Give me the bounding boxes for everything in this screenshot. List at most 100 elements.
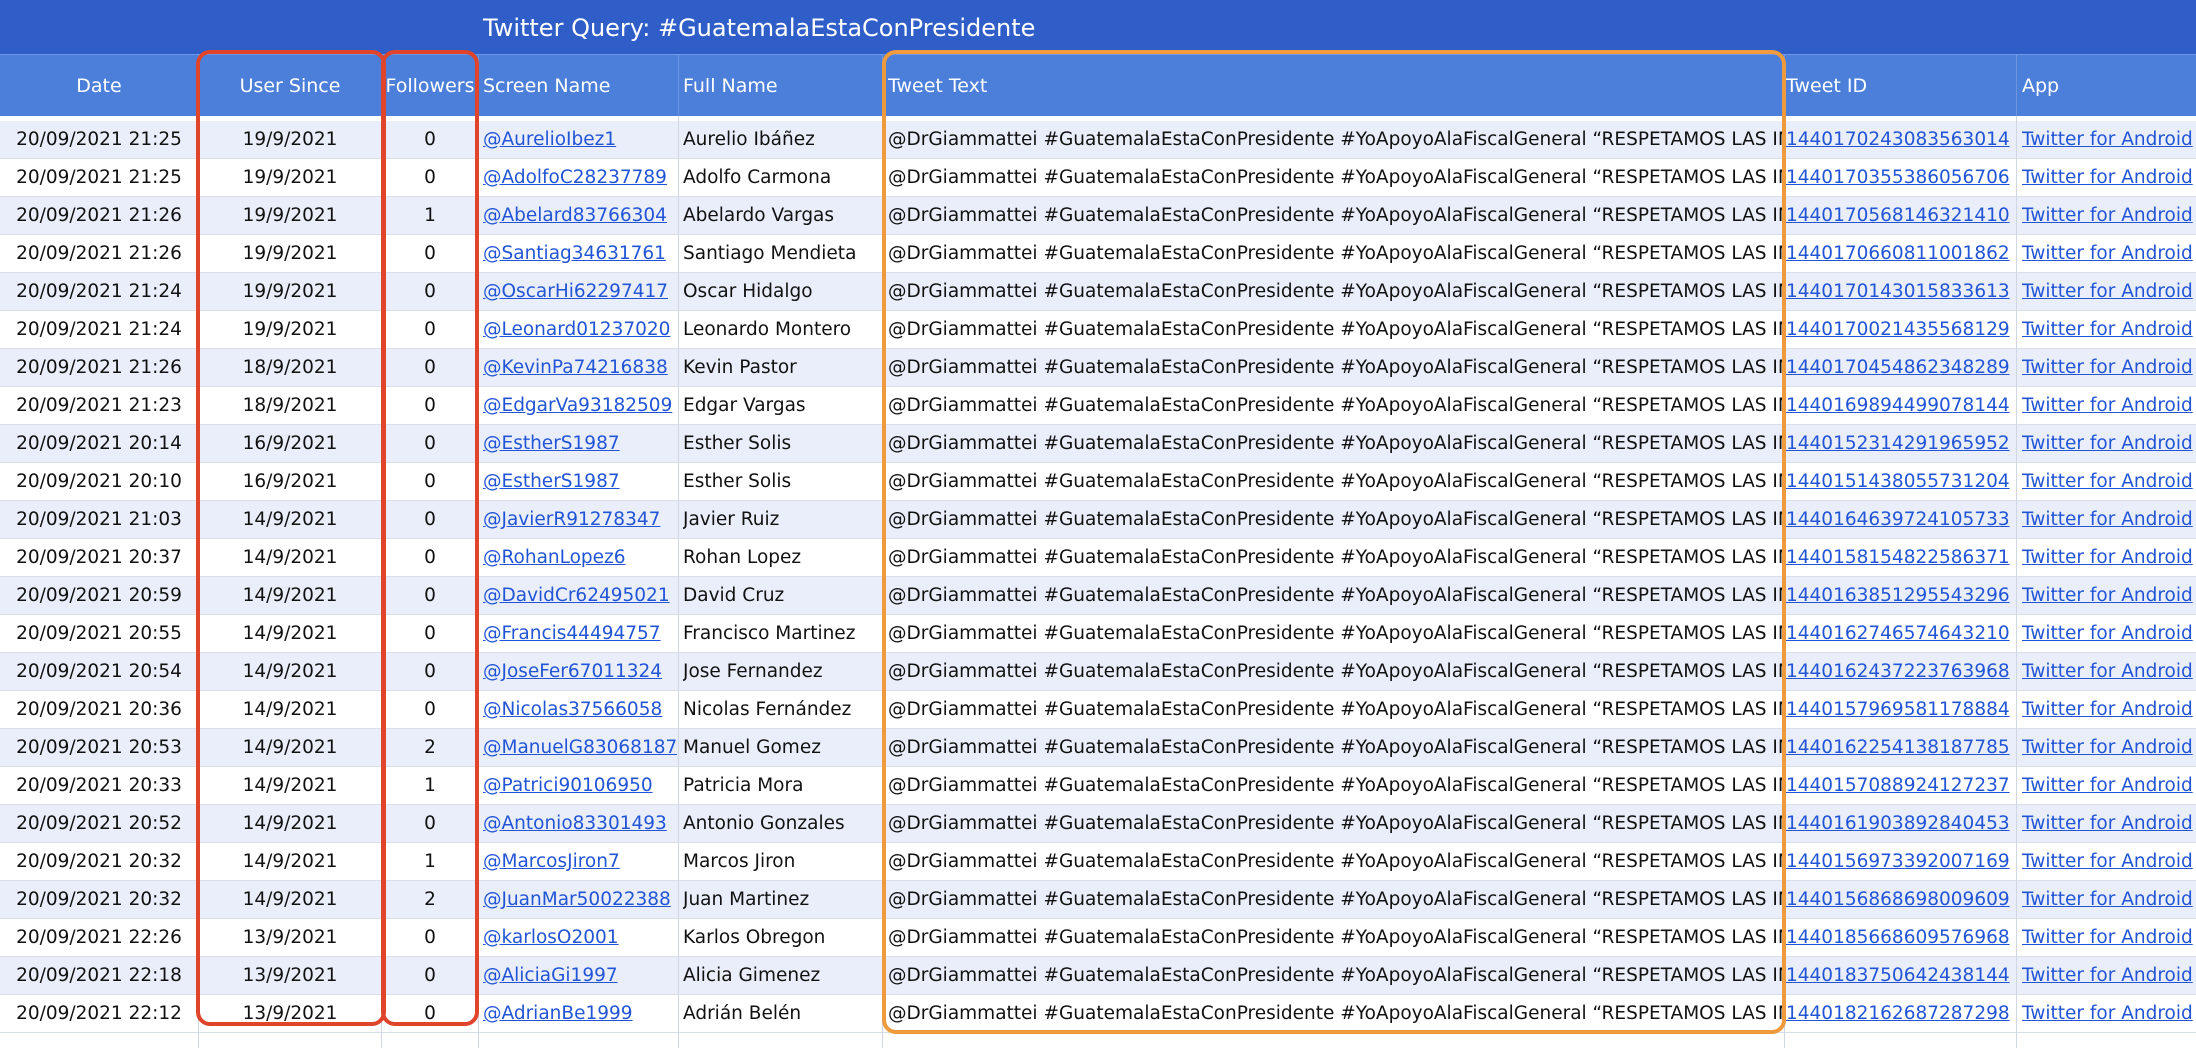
app-link-text[interactable]: Twitter for Android	[2022, 965, 2193, 986]
screen-name-link[interactable]: @OscarHi62297417	[483, 273, 677, 311]
screen-name-link-text[interactable]: @KevinPa74216838	[483, 357, 668, 378]
column-header-date[interactable]: Date	[0, 55, 198, 117]
screen-name-link[interactable]: @Leonard01237020	[483, 311, 677, 349]
column-header-app[interactable]: App	[2022, 55, 2196, 117]
app-link[interactable]: Twitter for Android	[2022, 425, 2196, 463]
screen-name-link[interactable]: @DavidCr62495021	[483, 577, 677, 615]
app-link[interactable]: Twitter for Android	[2022, 349, 2196, 387]
tweet-id-link-text[interactable]: 1440157088924127237	[1786, 775, 2010, 796]
app-link[interactable]: Twitter for Android	[2022, 539, 2196, 577]
table-row[interactable]: 20/09/2021 21:25 19/9/2021 0 @AdolfoC282377…	[0, 159, 2196, 197]
table-row[interactable]: 20/09/2021 22:26 13/9/2021 0 @karlosO2001 Ka…	[0, 919, 2196, 957]
screen-name-link[interactable]: @Antonio83301493	[483, 805, 677, 843]
app-link-text[interactable]: Twitter for Android	[2022, 205, 2193, 226]
tweet-id-link-text[interactable]: 1440170243083563014	[1786, 129, 2010, 150]
table-row[interactable]: 20/09/2021 20:33 14/9/2021 1 @Patrici901069…	[0, 767, 2196, 805]
app-link[interactable]: Twitter for Android	[2022, 501, 2196, 539]
screen-name-link-text[interactable]: @EstherS1987	[483, 471, 620, 492]
screen-name-link-text[interactable]: @EstherS1987	[483, 433, 620, 454]
screen-name-link-text[interactable]: @MarcosJiron7	[483, 851, 620, 872]
table-row[interactable]: 20/09/2021 20:14 16/9/2021 0 @EstherS1987 Es…	[0, 425, 2196, 463]
tweet-id-link-text[interactable]: 1440158154822586371	[1786, 547, 2010, 568]
screen-name-link[interactable]: @EstherS1987	[483, 425, 677, 463]
screen-name-link-text[interactable]: @EdgarVa93182509	[483, 395, 672, 416]
tweet-id-link-text[interactable]: 1440182162687287298	[1786, 1003, 2010, 1024]
tweet-id-link[interactable]: 1440182162687287298	[1786, 995, 2015, 1033]
app-link[interactable]: Twitter for Android	[2022, 805, 2196, 843]
app-link-text[interactable]: Twitter for Android	[2022, 585, 2193, 606]
app-link-text[interactable]: Twitter for Android	[2022, 813, 2193, 834]
tweet-id-link-text[interactable]: 1440170454862348289	[1786, 357, 2010, 378]
tweet-id-link[interactable]: 1440170143015833613	[1786, 273, 2015, 311]
screen-name-link-text[interactable]: @karlosO2001	[483, 927, 619, 948]
table-row[interactable]: 20/09/2021 20:10 16/9/2021 0 @EstherS1987 Es…	[0, 463, 2196, 501]
table-row[interactable]: 20/09/2021 21:03 14/9/2021 0 @JavierR912783…	[0, 501, 2196, 539]
table-row[interactable]: 20/09/2021 20:32 14/9/2021 1 @MarcosJiron7 M…	[0, 843, 2196, 881]
tweet-id-link-text[interactable]: 1440164639724105733	[1786, 509, 2010, 530]
app-link[interactable]: Twitter for Android	[2022, 463, 2196, 501]
app-link-text[interactable]: Twitter for Android	[2022, 509, 2193, 530]
screen-name-link[interactable]: @AurelioIbez1	[483, 121, 677, 159]
tweet-id-link[interactable]: 1440185668609576968	[1786, 919, 2015, 957]
app-link[interactable]: Twitter for Android	[2022, 767, 2196, 805]
tweet-id-link-text[interactable]: 1440152314291965952	[1786, 433, 2010, 454]
table-row[interactable]: 20/09/2021 20:32 14/9/2021 2 @JuanMar500223…	[0, 881, 2196, 919]
app-link[interactable]: Twitter for Android	[2022, 197, 2196, 235]
tweet-id-link-text[interactable]: 1440156868698009609	[1786, 889, 2010, 910]
tweet-id-link-text[interactable]: 1440156973392007169	[1786, 851, 2010, 872]
tweet-id-link[interactable]: 1440162746574643210	[1786, 615, 2015, 653]
screen-name-link-text[interactable]: @Abelard83766304	[483, 205, 667, 226]
screen-name-link-text[interactable]: @AdolfoC28237789	[483, 167, 667, 188]
screen-name-link[interactable]: @EstherS1987	[483, 463, 677, 501]
screen-name-link[interactable]: @RohanLopez6	[483, 539, 677, 577]
table-row[interactable]: 20/09/2021 20:37 14/9/2021 0 @RohanLopez6 Ro…	[0, 539, 2196, 577]
tweet-id-link-text[interactable]: 1440151438055731204	[1786, 471, 2010, 492]
screen-name-link[interactable]: @ManuelG83068187	[483, 729, 677, 767]
screen-name-link[interactable]: @EdgarVa93182509	[483, 387, 677, 425]
tweet-id-link[interactable]: 1440157088924127237	[1786, 767, 2015, 805]
app-link-text[interactable]: Twitter for Android	[2022, 167, 2193, 188]
tweet-id-link[interactable]: 1440170660811001862	[1786, 235, 2015, 273]
tweet-id-link[interactable]: 1440156868698009609	[1786, 881, 2015, 919]
screen-name-link[interactable]: @AdrianBe1999	[483, 995, 677, 1033]
table-row[interactable]: 20/09/2021 20:59 14/9/2021 0 @DavidCr624950…	[0, 577, 2196, 615]
screen-name-link-text[interactable]: @AurelioIbez1	[483, 129, 616, 150]
tweet-id-link[interactable]: 1440164639724105733	[1786, 501, 2015, 539]
table-row[interactable]: 20/09/2021 20:55 14/9/2021 0 @Francis444947…	[0, 615, 2196, 653]
screen-name-link[interactable]: @JavierR91278347	[483, 501, 677, 539]
table-row[interactable]: 20/09/2021 21:23 18/9/2021 0 @EdgarVa931825…	[0, 387, 2196, 425]
screen-name-link-text[interactable]: @OscarHi62297417	[483, 281, 668, 302]
screen-name-link-text[interactable]: @Antonio83301493	[483, 813, 667, 834]
screen-name-link-text[interactable]: @AdrianBe1999	[483, 1003, 633, 1024]
tweet-id-link[interactable]: 1440162437223763968	[1786, 653, 2015, 691]
app-link-text[interactable]: Twitter for Android	[2022, 357, 2193, 378]
screen-name-link[interactable]: @JuanMar50022388	[483, 881, 677, 919]
tweet-id-link[interactable]: 1440156973392007169	[1786, 843, 2015, 881]
app-link[interactable]: Twitter for Android	[2022, 995, 2196, 1033]
tweet-id-link[interactable]: 1440170243083563014	[1786, 121, 2015, 159]
app-link[interactable]: Twitter for Android	[2022, 121, 2196, 159]
app-link[interactable]: Twitter for Android	[2022, 159, 2196, 197]
app-link[interactable]: Twitter for Android	[2022, 653, 2196, 691]
app-link-text[interactable]: Twitter for Android	[2022, 281, 2193, 302]
screen-name-link-text[interactable]: @DavidCr62495021	[483, 585, 670, 606]
tweet-id-link-text[interactable]: 1440163851295543296	[1786, 585, 2010, 606]
screen-name-link[interactable]: @JoseFer67011324	[483, 653, 677, 691]
tweet-id-link-text[interactable]: 1440183750642438144	[1786, 965, 2010, 986]
screen-name-link[interactable]: @AdolfoC28237789	[483, 159, 677, 197]
app-link-text[interactable]: Twitter for Android	[2022, 699, 2193, 720]
screen-name-link-text[interactable]: @RohanLopez6	[483, 547, 626, 568]
screen-name-link[interactable]: @Patrici90106950	[483, 767, 677, 805]
app-link-text[interactable]: Twitter for Android	[2022, 129, 2193, 150]
tweet-id-link[interactable]: 1440158154822586371	[1786, 539, 2015, 577]
screen-name-link[interactable]: @karlosO2001	[483, 919, 677, 957]
tweet-id-link[interactable]: 1440151438055731204	[1786, 463, 2015, 501]
app-link-text[interactable]: Twitter for Android	[2022, 547, 2193, 568]
screen-name-link-text[interactable]: @JavierR91278347	[483, 509, 660, 530]
screen-name-link[interactable]: @AliciaGi1997	[483, 957, 677, 995]
screen-name-link-text[interactable]: @AliciaGi1997	[483, 965, 618, 986]
app-link-text[interactable]: Twitter for Android	[2022, 395, 2193, 416]
table-row[interactable]: 20/09/2021 20:36 14/9/2021 0 @Nicolas375660…	[0, 691, 2196, 729]
table-row[interactable]: 20/09/2021 20:52 14/9/2021 0 @Antonio833014…	[0, 805, 2196, 843]
app-link-text[interactable]: Twitter for Android	[2022, 319, 2193, 340]
